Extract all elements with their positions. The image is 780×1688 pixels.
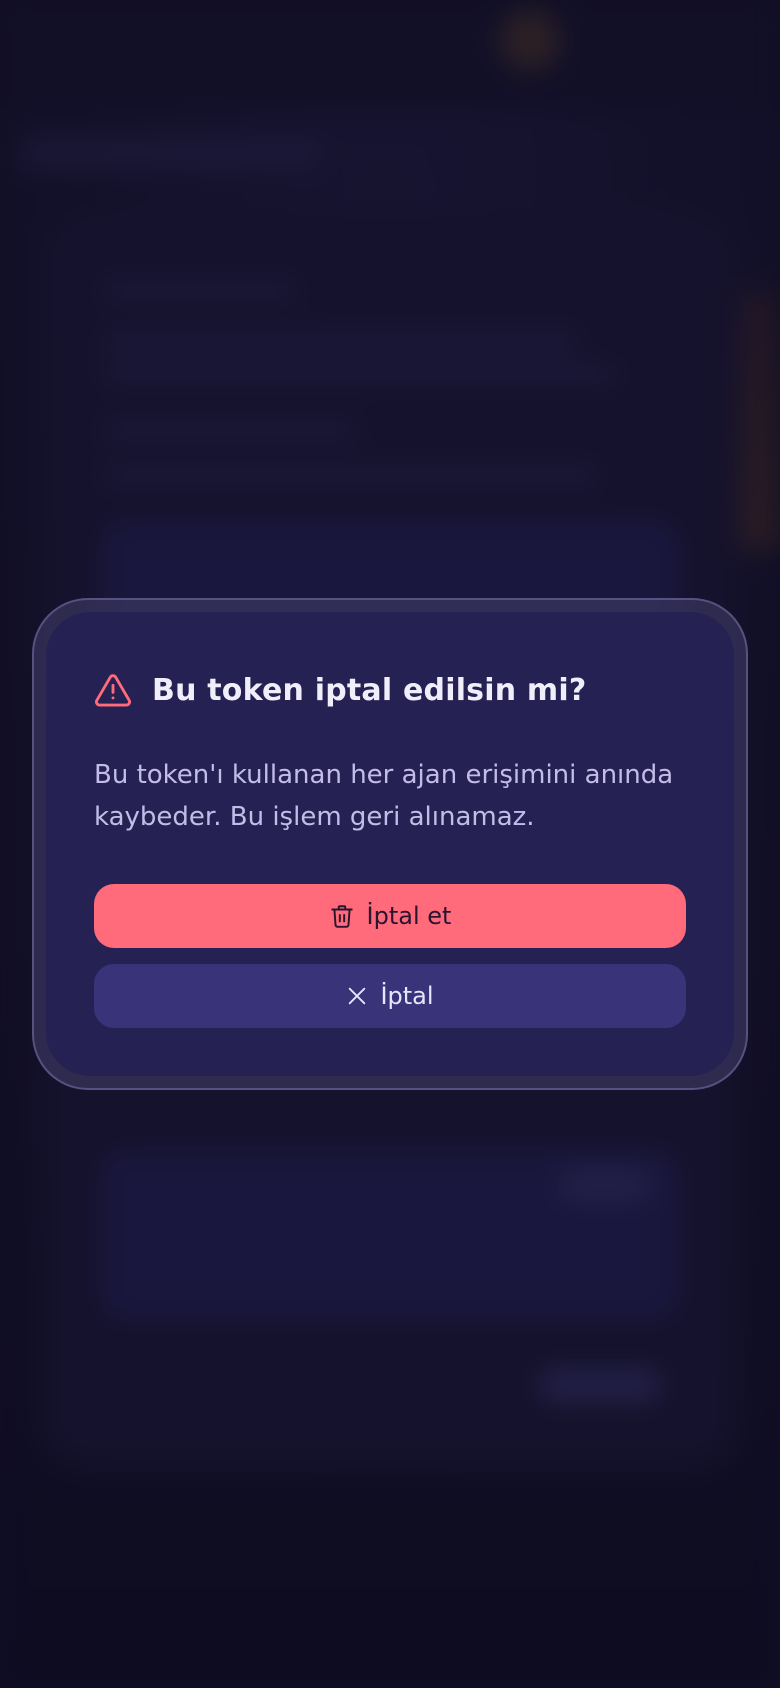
cancel-button[interactable]: İptal — [94, 964, 686, 1028]
warning-triangle-icon — [94, 671, 132, 709]
dialog-message: Bu token'ı kullanan her ajan erişimini a… — [94, 760, 674, 832]
revoke-token-dialog: Bu token iptal edilsin mi? Bu token'ı ku… — [46, 612, 734, 1076]
trash-icon — [329, 903, 355, 929]
cancel-button-label: İptal — [380, 982, 434, 1010]
dialog-header: Bu token iptal edilsin mi? — [94, 666, 686, 714]
revoke-token-button[interactable]: İptal et — [94, 884, 686, 948]
close-icon — [346, 985, 368, 1007]
dialog-title: Bu token iptal edilsin mi? — [152, 672, 587, 708]
revoke-token-button-label: İptal et — [366, 902, 452, 930]
